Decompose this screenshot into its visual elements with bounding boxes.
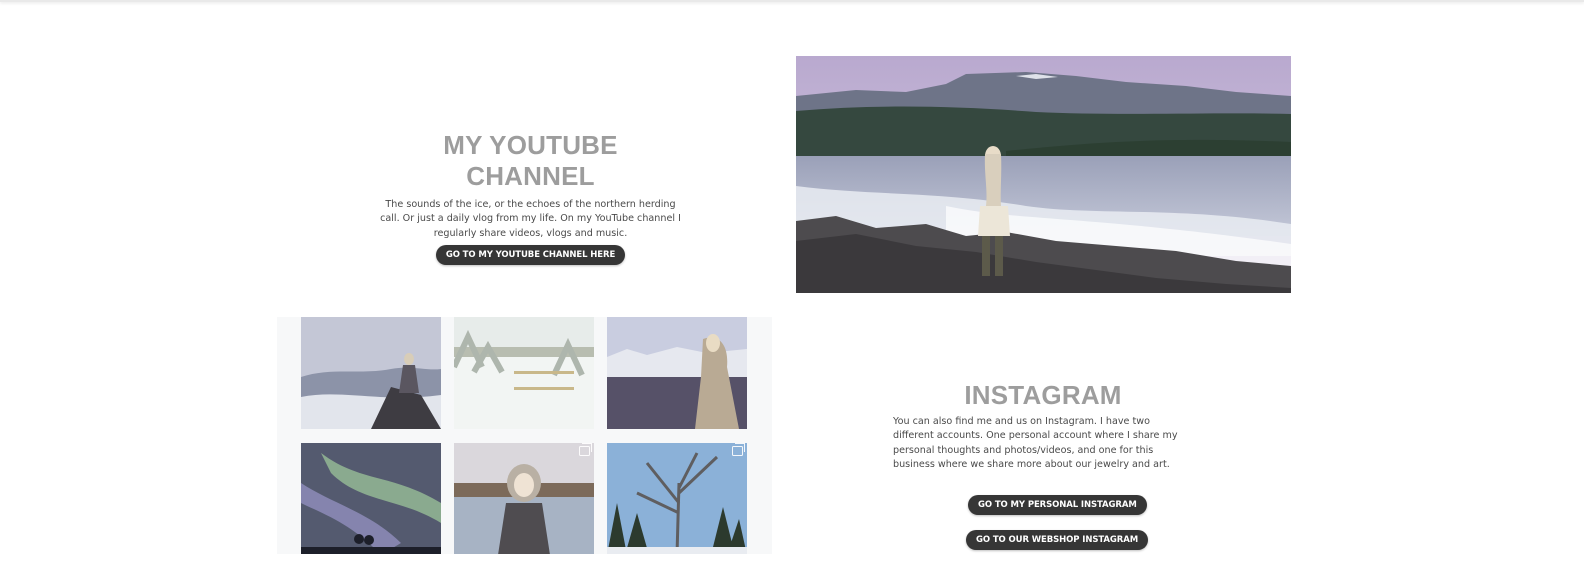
youtube-channel-button[interactable]: GO TO MY YOUTUBE CHANNEL HERE [435,245,626,265]
personal-instagram-button[interactable]: GO TO MY PERSONAL INSTAGRAM [968,495,1147,515]
multi-photo-icon [732,443,745,456]
instagram-post-5[interactable] [454,443,594,554]
webshop-instagram-button[interactable]: GO TO OUR WEBSHOP INSTAGRAM [966,530,1149,550]
instagram-post-3[interactable] [607,317,747,429]
instagram-post-4[interactable] [301,443,441,554]
instagram-post-6[interactable] [607,443,747,554]
instagram-description: You can also find me and us on Instagram… [893,416,1178,471]
top-header-bar [0,0,1584,2]
youtube-heading: MY YOUTUBE CHANNEL [443,130,618,191]
youtube-description: The sounds of the ice, or the echoes of … [380,199,681,239]
instagram-section: INSTAGRAM You can also find me and us on… [893,380,1193,473]
instagram-heading: INSTAGRAM [964,380,1122,410]
instagram-feed-grid [277,317,772,554]
youtube-hero-photo [796,56,1291,293]
instagram-post-2[interactable] [454,317,594,429]
multi-photo-icon [579,443,592,456]
youtube-section: MY YOUTUBE CHANNEL The sounds of the ice… [378,130,683,265]
instagram-post-1[interactable] [301,317,441,429]
